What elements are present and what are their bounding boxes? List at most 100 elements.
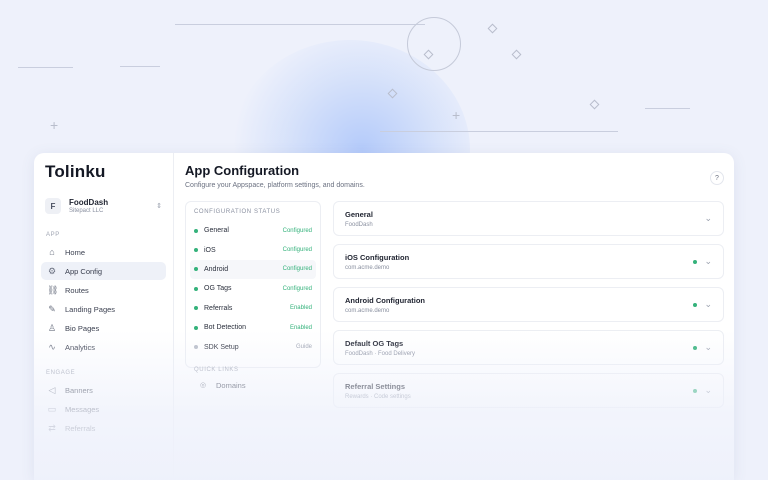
deco-diamond <box>589 99 600 110</box>
status-dot <box>693 345 698 350</box>
status-row-bot-detection[interactable]: Bot Detection Enabled <box>194 318 312 337</box>
chevron-down-icon: ⌄ <box>704 256 712 266</box>
accordion-android-configuration[interactable]: Android Configuration com.acme.demo ⌄ <box>333 287 724 322</box>
quick-link-label: Domains <box>216 380 246 390</box>
status-dot <box>693 259 698 264</box>
deco-diamond <box>487 23 498 34</box>
quick-links-title: QUICK LINKS <box>194 366 239 373</box>
sidebar-item-bio-pages[interactable]: ♙ Bio Pages <box>41 319 166 337</box>
org-name: FoodDash <box>69 198 109 207</box>
status-row-general[interactable]: General Configured <box>194 221 312 240</box>
status-dot <box>194 286 198 291</box>
accordion-general[interactable]: General FoodDash ⌄ <box>333 201 724 236</box>
status-name: Android <box>204 265 229 273</box>
sidebar-item-label: App Config <box>65 266 103 276</box>
org-switcher[interactable]: F FoodDash Sitepact LLC ⇕ <box>41 194 166 218</box>
accordion-title: Referral Settings <box>345 381 406 391</box>
sidebar-item-analytics[interactable]: ∿ Analytics <box>41 338 166 356</box>
sidebar-item-label: Analytics <box>65 342 96 352</box>
status-panel-title: CONFIGURATION STATUS <box>194 209 281 215</box>
status-row-referrals[interactable]: Referrals Enabled <box>194 299 312 318</box>
home-icon: ⌂ <box>49 247 55 257</box>
status-name: iOS <box>204 246 216 254</box>
status-value: Configured <box>282 285 312 292</box>
configuration-status-panel: CONFIGURATION STATUS General Configured … <box>185 201 321 390</box>
sidebar-item-label: Messages <box>65 404 100 414</box>
share-icon: ⇄ <box>48 422 56 433</box>
logo: Tolinku <box>45 162 106 181</box>
brush-icon: ✎ <box>48 303 56 314</box>
gear-icon: ⚙ <box>47 265 57 276</box>
status-name: OG Tags <box>204 285 232 293</box>
deco-line <box>18 67 73 68</box>
link-icon: ⛓ <box>47 284 59 295</box>
main-content: App Configuration Configure your Appspac… <box>174 153 734 480</box>
sidebar-item-label: Bio Pages <box>65 323 100 333</box>
deco-line <box>120 66 160 67</box>
status-value: Enabled <box>289 324 312 331</box>
message-icon: ▭ <box>47 403 57 414</box>
status-row-ios[interactable]: iOS Configured <box>194 240 312 259</box>
accordion-subtitle: Rewards · Code settings <box>345 393 411 400</box>
accordion-referral-settings[interactable]: Referral Settings Rewards · Code setting… <box>333 373 724 408</box>
chevron-down-icon: ⌄ <box>704 213 712 223</box>
deco-line <box>175 24 425 25</box>
status-row-android[interactable]: Android Configured <box>190 259 316 280</box>
deco-line <box>380 131 618 132</box>
accordion-title: Default OG Tags <box>345 338 404 348</box>
status-name: Bot Detection <box>204 324 247 332</box>
accordion-title: General <box>345 209 373 219</box>
sidebar-item-referrals[interactable]: ⇄ Referrals <box>41 419 166 437</box>
page-title: App Configuration <box>185 163 300 178</box>
status-name: General <box>204 227 229 235</box>
status-value: Enabled <box>289 305 312 312</box>
accordion-subtitle: com.acme.demo <box>345 307 390 314</box>
status-row-og-tags[interactable]: OG Tags Configured <box>194 279 312 298</box>
accordion-subtitle: FoodDash <box>345 221 373 228</box>
chevron-down-icon: ⌄ <box>704 299 712 309</box>
status-name: SDK Setup <box>204 343 239 351</box>
plus-icon: + <box>50 117 59 133</box>
sidebar-item-messages[interactable]: ▭ Messages <box>41 400 166 418</box>
accordion-subtitle: com.acme.demo <box>345 264 390 271</box>
sidebar-section-engage: ENGAGE <box>46 370 76 376</box>
chart-icon: ∿ <box>48 341 56 352</box>
status-value: Guide <box>295 344 312 351</box>
plus-icon: + <box>452 107 461 123</box>
org-avatar: F <box>45 198 61 214</box>
status-dot <box>194 248 198 253</box>
person-icon: ♙ <box>47 322 57 333</box>
quick-link-domains[interactable]: ◎ Domains <box>194 381 312 390</box>
accordion-ios-configuration[interactable]: iOS Configuration com.acme.demo ⌄ <box>333 244 724 279</box>
sidebar-item-home[interactable]: ⌂ Home <box>41 243 166 261</box>
chevron-updown-icon: ⇕ <box>156 203 162 210</box>
accordion-default-og-tags[interactable]: Default OG Tags FoodDash · Food Delivery… <box>333 330 724 365</box>
status-dot <box>194 267 198 272</box>
sidebar-item-label: Banners <box>65 385 93 395</box>
sidebar-item-app-config[interactable]: ⚙ App Config <box>41 262 166 280</box>
chevron-down-icon: ⌄ <box>704 385 712 395</box>
status-dot <box>194 228 198 233</box>
accordion-subtitle: FoodDash · Food Delivery <box>345 350 416 357</box>
sidebar-item-label: Home <box>65 247 86 257</box>
status-dot <box>194 345 198 350</box>
sidebar-item-banners[interactable]: ◁ Banners <box>41 381 166 399</box>
sidebar: Tolinku F FoodDash Sitepact LLC ⇕ APP ⌂ … <box>34 153 174 480</box>
deco-diamond <box>511 49 522 60</box>
status-name: Referrals <box>204 304 233 312</box>
accordion-title: Android Configuration <box>345 295 425 305</box>
status-row-sdk-setup[interactable]: SDK Setup Guide <box>194 337 312 356</box>
page-subtitle: Configure your Appspace, platform settin… <box>185 182 365 189</box>
globe-icon: ◎ <box>199 382 207 390</box>
status-value: Configured <box>282 247 312 254</box>
sidebar-item-landing-pages[interactable]: ✎ Landing Pages <box>41 300 166 318</box>
deco-circle <box>407 17 461 71</box>
status-dot <box>194 306 198 311</box>
org-company: Sitepact LLC <box>69 208 104 214</box>
help-button[interactable]: ? <box>710 171 724 185</box>
sidebar-item-label: Routes <box>65 285 89 295</box>
config-accordion-list: General FoodDash ⌄ iOS Configuration com… <box>333 201 724 416</box>
accordion-title: iOS Configuration <box>345 252 410 262</box>
sidebar-item-routes[interactable]: ⛓ Routes <box>41 281 166 299</box>
deco-line <box>645 108 690 109</box>
